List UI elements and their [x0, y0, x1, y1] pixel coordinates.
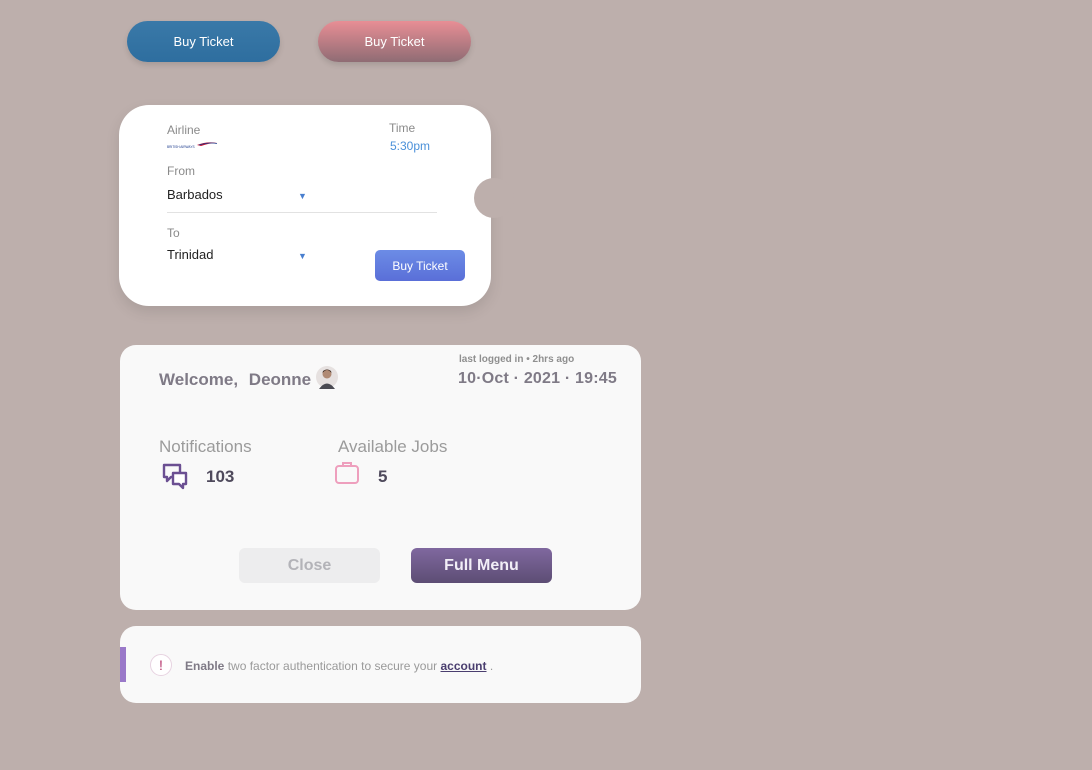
- divider: [167, 212, 437, 213]
- two-factor-alert: ! Enable two factor authentication to se…: [120, 626, 641, 703]
- warning-icon: !: [150, 654, 172, 676]
- greeting: Welcome,: [159, 370, 239, 389]
- flight-ticket-card: Airline BRITISH AIRWAYS Time 5:30pm From…: [119, 105, 514, 306]
- time-value: 5:30pm: [390, 139, 431, 153]
- to-select[interactable]: Trinidad: [167, 247, 213, 262]
- avatar[interactable]: [316, 365, 338, 389]
- notifications-count: 103: [206, 467, 235, 486]
- to-chevron-down-icon[interactable]: ▼: [298, 251, 307, 261]
- close-button[interactable]: Close: [239, 548, 380, 583]
- user-name: Deonne: [248, 370, 312, 389]
- full-menu-button[interactable]: Full Menu: [411, 548, 552, 583]
- airline-logo-text: BRITISH AIRWAYS: [167, 145, 195, 149]
- to-label: To: [167, 226, 180, 240]
- alert-end: .: [489, 659, 494, 673]
- time-label: Time: [389, 121, 416, 135]
- buy-ticket-blue-button[interactable]: Buy Ticket: [127, 21, 280, 62]
- account-link[interactable]: account: [441, 659, 487, 673]
- alert-message: Enable two factor authentication to secu…: [185, 659, 493, 673]
- british-airways-logo: BRITISH AIRWAYS: [167, 142, 218, 149]
- last-login-text: last logged in • 2hrs ago: [459, 354, 575, 365]
- alert-enable: Enable: [185, 659, 225, 673]
- available-jobs-count: 5: [378, 467, 388, 486]
- ticket-notch: [474, 178, 514, 218]
- chat-bubbles-icon[interactable]: [161, 462, 189, 490]
- airline-label: Airline: [167, 123, 201, 137]
- alert-accent-bar: [120, 647, 126, 682]
- briefcase-icon[interactable]: [334, 460, 360, 486]
- alert-text: two factor authentication to secure your: [227, 659, 438, 673]
- from-label: From: [167, 164, 195, 178]
- notifications-label: Notifications: [159, 437, 252, 456]
- welcome-card: Welcome, Deonne last logged in • 2hrs ag…: [120, 345, 641, 610]
- from-select[interactable]: Barbados: [167, 187, 223, 202]
- available-jobs-label: Available Jobs: [338, 437, 448, 456]
- login-datetime: 10·Oct · 2021 · 19:45: [458, 370, 617, 387]
- welcome-heading: Welcome, Deonne: [159, 370, 311, 390]
- buy-ticket-pink-button[interactable]: Buy Ticket: [318, 21, 471, 62]
- ticket-buy-button[interactable]: Buy Ticket: [375, 250, 465, 281]
- from-chevron-down-icon[interactable]: ▼: [298, 191, 307, 201]
